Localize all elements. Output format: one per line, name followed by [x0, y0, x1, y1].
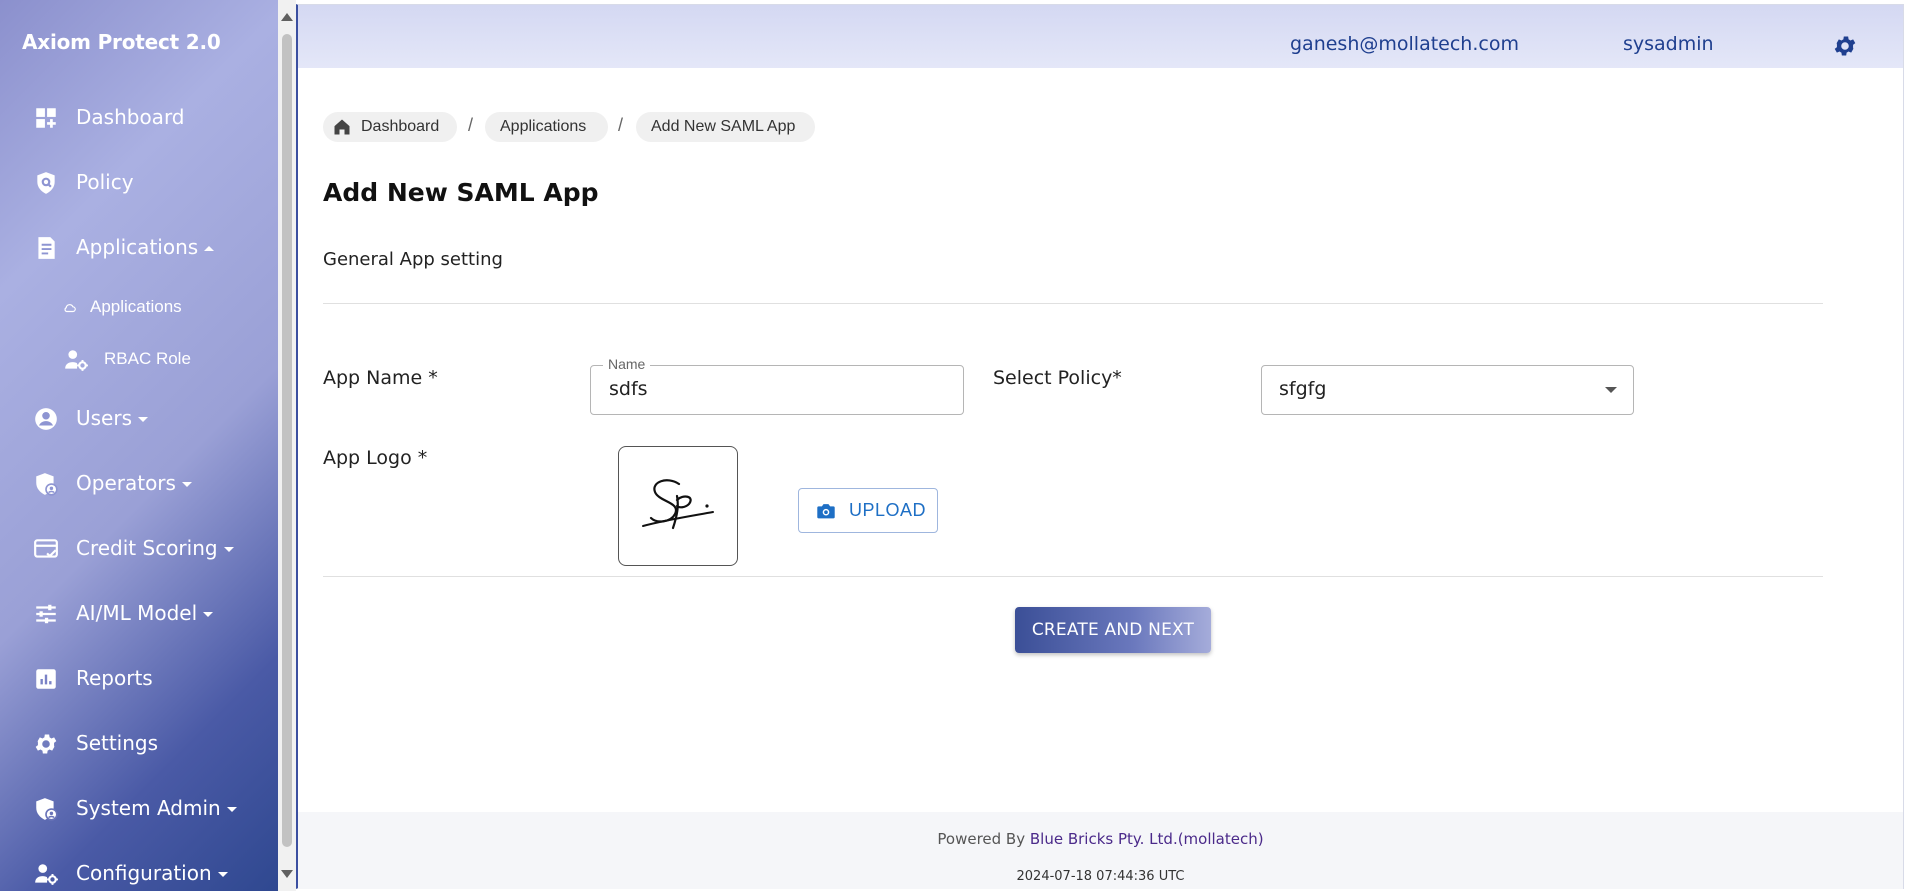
powered-by-text: Powered By Blue Bricks Pty. Ltd.(mollate…: [298, 830, 1903, 848]
chevron-down-icon: [223, 547, 234, 552]
sidebar-subitem-label: RBAC Role: [104, 349, 191, 368]
shield-person-icon: [36, 473, 58, 496]
dashboard-icon: [36, 108, 56, 128]
sidebar-item-policy[interactable]: Policy: [0, 159, 278, 205]
sidebar-item-dashboard[interactable]: Dashboard: [0, 94, 278, 140]
breadcrumb-separator: /: [618, 115, 624, 135]
sidebar-item-settings[interactable]: Settings: [0, 720, 278, 766]
scroll-up-arrow-icon[interactable]: [281, 13, 293, 21]
sidebar-item-label: Dashboard: [76, 105, 185, 129]
cloud-icon: [64, 304, 76, 313]
breadcrumb-label: Applications: [500, 118, 587, 135]
sidebar-item-label: Users: [76, 406, 149, 430]
section-title: General App setting: [323, 249, 503, 270]
chevron-up-icon: [204, 246, 215, 251]
company-link[interactable]: Blue Bricks Pty. Ltd.(mollatech): [1030, 830, 1264, 848]
policy-select-value: sfgfg: [1279, 378, 1327, 400]
sidebar-item-label: Policy: [76, 170, 134, 194]
home-icon: [334, 119, 350, 135]
sidebar-item-configuration[interactable]: Configuration: [0, 850, 278, 896]
sidebar-item-label: Operators: [76, 471, 192, 495]
shield-search-icon: [37, 172, 55, 194]
gear-icon: [35, 734, 57, 754]
policy-select[interactable]: sfgfg: [1261, 365, 1634, 415]
brand-title: Axiom Protect 2.0: [22, 30, 221, 54]
chevron-down-icon: [203, 612, 214, 617]
footer: Powered By Blue Bricks Pty. Ltd.(mollate…: [298, 812, 1903, 889]
breadcrumb-dashboard[interactable]: Dashboard: [323, 112, 457, 142]
camera-icon: [817, 504, 835, 519]
powered-by-prefix: Powered By: [937, 830, 1030, 848]
user-circle-icon: [35, 408, 57, 430]
card-check-icon: [34, 539, 58, 558]
sidebar-item-system-admin[interactable]: System Admin: [0, 785, 278, 831]
upload-button[interactable]: UPLOAD: [798, 488, 938, 533]
sidebar-subitem-rbac-role[interactable]: RBAC Role: [0, 339, 278, 379]
page-title: Add New SAML App: [323, 178, 599, 207]
sidebar-item-label: Configuration: [76, 861, 228, 885]
upload-button-label: UPLOAD: [849, 500, 927, 520]
create-and-next-button[interactable]: CREATE AND NEXT: [1015, 607, 1211, 653]
scroll-down-arrow-icon[interactable]: [281, 870, 293, 878]
settings-gear-icon[interactable]: [1832, 33, 1858, 59]
sidebar-subitem-label: Applications: [90, 297, 182, 316]
signature-logo-image: [642, 479, 714, 530]
divider: [323, 303, 1823, 304]
sidebar-item-users[interactable]: Users: [0, 395, 278, 441]
chevron-down-icon: [217, 872, 228, 877]
app-name-input[interactable]: Name sdfs: [590, 356, 964, 415]
sidebar-item-applications[interactable]: Applications: [0, 224, 278, 270]
select-policy-label: Select Policy*: [993, 367, 1122, 389]
sidebar-item-credit-scoring[interactable]: Credit Scoring: [0, 525, 278, 571]
sidebar-item-label: Applications: [76, 235, 215, 259]
sidebar-item-label: Reports: [76, 666, 153, 690]
app-name-label: App Name *: [323, 367, 438, 389]
sidebar-item-label: Settings: [76, 731, 159, 755]
sidebar-item-reports[interactable]: Reports: [0, 655, 278, 701]
sidebar-item-label: AI/ML Model: [76, 601, 214, 625]
chevron-down-icon: [181, 482, 192, 487]
chevron-down-icon: [138, 417, 149, 422]
sidebar: Axiom Protect 2.0 Dashboard Policy Appli…: [0, 0, 278, 891]
dropdown-arrow-icon: [1605, 387, 1617, 393]
user-gear-icon: [65, 350, 88, 371]
document-icon: [38, 237, 55, 259]
chevron-down-icon: [226, 807, 237, 812]
app-logo-preview: [618, 446, 738, 566]
breadcrumb-label: Dashboard: [361, 118, 440, 135]
user-gear-icon: [35, 864, 58, 885]
scrollbar-thumb[interactable]: [282, 34, 292, 847]
sidebar-item-label: System Admin: [76, 796, 237, 820]
divider: [323, 576, 1823, 577]
breadcrumb-applications[interactable]: Applications: [485, 112, 608, 142]
bar-chart-icon: [36, 669, 56, 689]
sidebar-item-aiml-model[interactable]: AI/ML Model: [0, 590, 278, 636]
sliders-icon: [36, 604, 56, 624]
breadcrumb-current: Add New SAML App: [636, 112, 815, 142]
app-name-floating-label: Name: [603, 356, 651, 372]
user-role[interactable]: sysadmin: [1623, 33, 1714, 55]
footer-timestamp: 2024-07-18 07:44:36 UTC: [1016, 869, 1185, 884]
sidebar-item-label: Credit Scoring: [76, 536, 234, 560]
sidebar-item-operators[interactable]: Operators: [0, 460, 278, 506]
app-name-value: sdfs: [609, 378, 648, 400]
user-email[interactable]: ganesh@mollatech.com: [1290, 33, 1519, 55]
breadcrumb-separator: /: [468, 115, 474, 135]
app-logo-label: App Logo *: [323, 447, 428, 469]
shield-lock-icon: [36, 798, 58, 821]
sidebar-subitem-applications[interactable]: Applications: [0, 287, 278, 327]
create-and-next-label: CREATE AND NEXT: [1031, 620, 1195, 640]
breadcrumb-label: Add New SAML App: [651, 118, 796, 135]
